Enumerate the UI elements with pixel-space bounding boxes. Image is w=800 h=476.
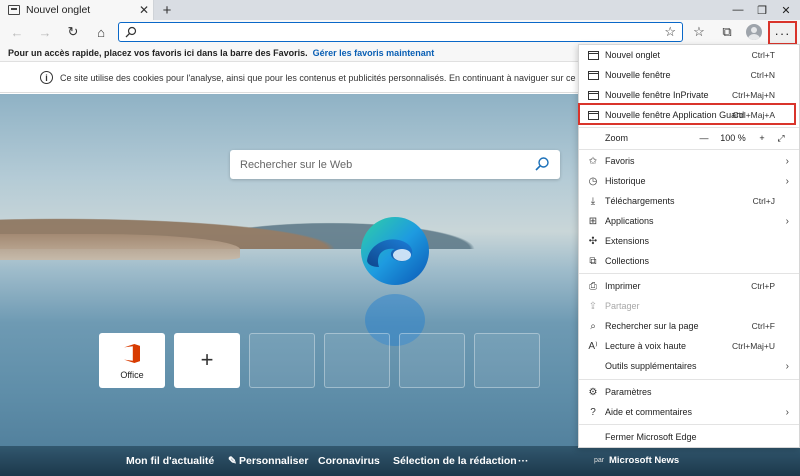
new-tab-page-icon [8, 5, 20, 15]
tile-office[interactable]: Office [99, 333, 165, 388]
chevron-right-icon: › [785, 406, 789, 418]
application-guard-highlight [578, 103, 796, 125]
news-tab-my-feed[interactable]: Mon fil d'actualité [126, 455, 214, 467]
menu-new-window[interactable]: Nouvelle fenêtre Ctrl+N [579, 65, 799, 85]
favorites-bar-hint: Pour un accès rapide, placez vos favoris… [8, 47, 308, 58]
menu-downloads[interactable]: ⤓ Téléchargements Ctrl+J [579, 191, 799, 211]
tile-label: Office [120, 370, 144, 380]
web-search-box[interactable]: Rechercher sur le Web [230, 150, 560, 179]
zoom-label: Zoom [605, 133, 629, 143]
menu-favorites[interactable]: ✩ Favoris › [579, 151, 799, 171]
printer-icon: ⎙ [589, 280, 597, 292]
zoom-in-button[interactable]: + [753, 133, 771, 143]
restore-button[interactable]: ❐ [750, 0, 774, 20]
menu-print[interactable]: ⎙ Imprimer Ctrl+P [579, 276, 799, 296]
collections-button[interactable]: ⧉ [716, 22, 738, 42]
favorites-star-icon: ✩ [588, 155, 598, 167]
tab-strip: Nouvel onglet ✕ + — ❐ ✕ [0, 0, 800, 20]
chevron-right-icon: › [785, 175, 789, 187]
menu-new-tab[interactable]: Nouvel onglet Ctrl+T [579, 45, 799, 65]
news-bar: Mon fil d'actualité ✎ Personnaliser Coro… [0, 446, 800, 476]
tab-title: Nouvel onglet [26, 4, 91, 16]
collections-icon: ⧉ [589, 255, 597, 267]
menu-separator [579, 379, 799, 380]
menu-share[interactable]: ⇪ Partager [579, 296, 799, 316]
menu-settings[interactable]: ⚙ Paramètres [579, 382, 799, 402]
menu-applications[interactable]: ⊞ Applications › [579, 211, 799, 231]
gear-icon: ⚙ [588, 386, 598, 398]
tab-close-icon[interactable]: ✕ [135, 3, 153, 17]
find-icon: ⌕ [590, 320, 596, 332]
menu-zoom: Zoom — 100 % + ⤢ [579, 128, 799, 148]
zoom-out-button[interactable]: — [695, 133, 713, 143]
office-icon [124, 344, 140, 363]
chevron-right-icon: › [785, 155, 789, 167]
cookie-text: Ce site utilise des cookies pour l'analy… [60, 72, 643, 83]
menu-more-tools[interactable]: Outils supplémentaires › [579, 356, 799, 376]
minimize-button[interactable]: — [726, 0, 750, 20]
menu-close-edge[interactable]: Fermer Microsoft Edge [579, 427, 799, 447]
settings-and-more-button[interactable]: ··· [768, 21, 797, 45]
menu-read-aloud[interactable]: A⁾ Lecture à voix haute Ctrl+Maj+U [579, 336, 799, 356]
menu-separator [579, 273, 799, 274]
home-button[interactable]: ⌂ [90, 22, 112, 42]
menu-history[interactable]: ◷ Historique › [579, 171, 799, 191]
search-placeholder: Rechercher sur le Web [240, 158, 353, 171]
tile-empty[interactable] [324, 333, 390, 388]
news-tab-coronavirus[interactable]: Coronavirus [318, 455, 380, 467]
apps-grid-icon: ⊞ [588, 215, 598, 227]
manage-favorites-link[interactable]: Gérer les favoris maintenant [313, 48, 435, 58]
extensions-puzzle-icon: ✣ [588, 235, 598, 247]
search-icon[interactable] [534, 156, 550, 172]
fullscreen-icon[interactable]: ⤢ [771, 133, 791, 144]
new-tab-icon [587, 49, 599, 61]
menu-find-on-page[interactable]: ⌕ Rechercher sur la page Ctrl+F [579, 316, 799, 336]
tile-empty[interactable] [249, 333, 315, 388]
inprivate-icon [587, 89, 599, 101]
menu-help-feedback[interactable]: ? Aide et commentaires › [579, 402, 799, 422]
tile-empty[interactable] [474, 333, 540, 388]
read-aloud-icon: A⁾ [588, 340, 598, 352]
menu-separator [579, 424, 799, 425]
chevron-right-icon: › [785, 215, 789, 227]
menu-separator [579, 149, 799, 150]
add-favorite-star-icon[interactable]: ☆ [664, 24, 676, 40]
forward-button[interactable]: → [34, 22, 56, 42]
search-icon [125, 26, 137, 38]
share-icon: ⇪ [588, 300, 598, 312]
news-by: par [594, 457, 605, 464]
profile-avatar[interactable] [746, 24, 762, 40]
menu-new-inprivate-window[interactable]: Nouvelle fenêtre InPrivate Ctrl+Maj+N [579, 85, 799, 105]
tab-new-tab[interactable]: Nouvel onglet ✕ [0, 0, 154, 20]
tile-add-site[interactable]: + [174, 333, 240, 388]
new-tab-button[interactable]: + [157, 0, 177, 20]
menu-extensions[interactable]: ✣ Extensions [579, 231, 799, 251]
address-bar[interactable]: ☆ [118, 22, 683, 42]
chevron-right-icon: › [785, 360, 789, 372]
news-more-button[interactable]: ··· [518, 455, 529, 467]
new-window-icon [587, 69, 599, 81]
history-icon: ◷ [588, 175, 598, 187]
news-tab-editors-pick[interactable]: Sélection de la rédaction [393, 455, 517, 467]
back-button[interactable]: ← [6, 22, 28, 42]
tile-empty[interactable] [399, 333, 465, 388]
news-tab-personalize[interactable]: Personnaliser [239, 455, 308, 467]
help-icon: ? [590, 406, 596, 418]
microsoft-news-brand: Microsoft News [609, 455, 680, 466]
zoom-level: 100 % [720, 133, 746, 143]
refresh-button[interactable]: ↻ [62, 22, 84, 42]
close-window-button[interactable]: ✕ [774, 0, 798, 20]
edge-logo [361, 217, 429, 285]
info-icon: i [40, 71, 53, 84]
plus-icon: + [200, 347, 214, 372]
favorites-button[interactable]: ☆ [688, 22, 710, 42]
news-edit-icon: ✎ [228, 455, 237, 467]
menu-collections[interactable]: ⧉ Collections [579, 251, 799, 271]
download-icon: ⤓ [590, 195, 596, 207]
toolbar: ← → ↻ ⌂ ☆ ☆ ⧉ [0, 20, 800, 44]
